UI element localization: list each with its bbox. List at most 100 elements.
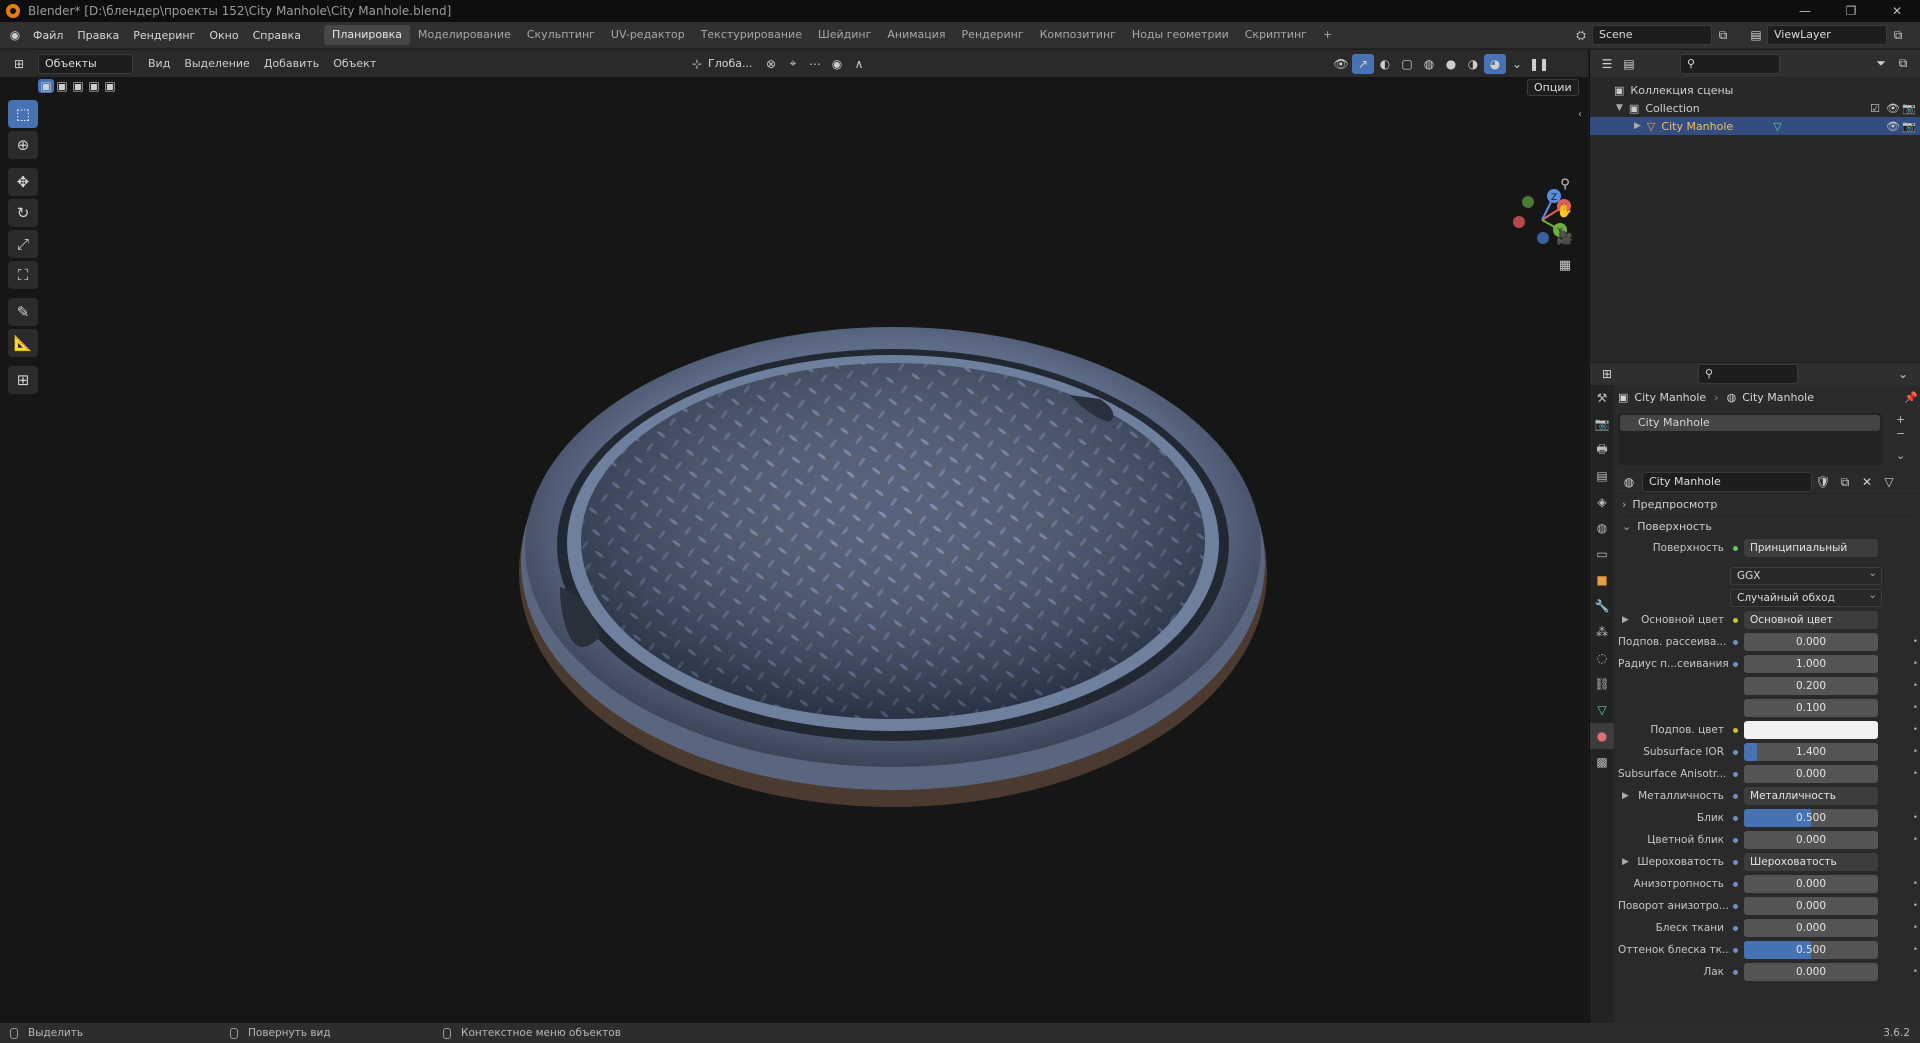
transform-tool-icon[interactable]: ⛶ [8,261,38,289]
editor-type-icon[interactable]: ⊞ [8,54,30,74]
close-icon[interactable]: ✕ [1874,0,1920,22]
mode-selector[interactable]: Объекты [38,53,133,74]
falloff-icon[interactable]: ∧ [848,54,870,74]
select-box-tool-icon[interactable]: ⬚ [8,100,38,128]
socket-icon[interactable] [1730,945,1740,955]
material-name-field[interactable]: City Manhole [1642,472,1812,492]
pivot-icon[interactable]: ⊗ [760,54,782,74]
3d-viewport[interactable]: ▣ ▣ ▣ ▣ ▣ Опции Z Y X ⚲ ✋ 🎥 ▦ ‹ [0,77,1588,1023]
workspace-tab-5[interactable]: Шейдинг [810,25,879,45]
move-tool-icon[interactable]: ✥ [8,168,38,196]
socket-icon[interactable] [1730,791,1740,801]
display-mode-icon[interactable]: ▤ [1618,54,1640,74]
minimize-icon[interactable]: — [1782,0,1828,22]
value-slider[interactable]: 0.000 [1744,963,1878,981]
linked-input-field[interactable]: Металличность [1744,787,1878,805]
material-tab-icon[interactable]: ● [1590,723,1614,749]
socket-icon[interactable] [1730,923,1740,933]
pan-hand-icon[interactable]: ✋ [1554,201,1576,223]
value-slider[interactable]: 0.500 [1744,809,1878,827]
linked-input-field[interactable]: Основной цвет [1744,611,1878,629]
modifier-tab-icon[interactable]: 🔧 [1590,593,1614,619]
subsurface-method-dropdown[interactable]: Случайный обход [1730,587,1882,607]
surface-shader-field[interactable]: Принципиальный BSDF [1744,539,1878,557]
rendered-shading-icon[interactable]: ◕ [1484,53,1506,74]
keyframe-icon[interactable]: • [1913,703,1918,713]
viewlayer-selector[interactable]: ▤ ViewLayer ⧉ [1745,25,1909,45]
properties-options-icon[interactable]: ⌄ [1892,364,1914,384]
value-slider[interactable]: 0.200 [1744,677,1878,695]
outliner-editor-icon[interactable]: ☰ [1596,54,1618,74]
socket-icon[interactable] [1730,769,1740,779]
keyframe-icon[interactable]: • [1913,967,1918,977]
outliner-collection[interactable]: ▼ ▣ Collection ☑ 👁 📷 [1590,99,1920,117]
expand-icon[interactable]: ▶ [1634,121,1641,131]
data-tab-icon[interactable]: ▽ [1590,697,1614,723]
measure-tool-icon[interactable]: 📐 [8,329,38,357]
expand-input-icon[interactable]: ▶ [1622,791,1629,801]
viewport-menu-1[interactable]: Выделение [177,57,257,70]
workspace-tab-11[interactable]: + [1315,25,1340,45]
exclude-checkbox-icon[interactable]: ☑ [1870,102,1880,115]
particles-tab-icon[interactable]: ⁂ [1590,619,1614,645]
output-tab-icon[interactable]: 🖶 [1590,437,1614,463]
browse-material-icon[interactable]: ◍ [1618,472,1640,492]
scene-tab-icon[interactable]: ◈ [1590,489,1614,515]
new-viewlayer-icon[interactable]: ⧉ [1887,25,1909,45]
filter-icon[interactable]: ⏷ [1870,54,1892,74]
menu-item-0[interactable]: Файл [26,29,70,42]
socket-icon[interactable] [1730,725,1740,735]
value-slider[interactable]: 0.000 [1744,633,1878,651]
value-slider[interactable]: 0.000 [1744,875,1878,893]
link-type-icon[interactable]: ▽ [1878,472,1900,492]
snap-target-icon[interactable]: ⋯ [804,54,826,74]
pin-icon[interactable]: 📌 [1904,391,1918,404]
socket-icon[interactable] [1730,681,1740,691]
collection-tab-icon[interactable]: ▭ [1590,541,1614,567]
render-tab-icon[interactable]: 📷 [1590,411,1614,437]
fake-user-icon[interactable]: 🛡 [1812,472,1834,492]
world-tab-icon[interactable]: ◍ [1590,515,1614,541]
workspace-tab-1[interactable]: Моделирование [410,25,519,45]
duplicate-material-icon[interactable]: ⧉ [1834,472,1856,492]
outliner-search-input[interactable]: ⚲ [1680,53,1780,74]
viewport-menu-0[interactable]: Вид [141,57,177,70]
workspace-tab-9[interactable]: Ноды геометрии [1124,25,1237,45]
keyframe-icon[interactable]: • [1913,725,1918,735]
new-scene-icon[interactable]: ⧉ [1712,25,1734,45]
tool-tab-icon[interactable]: ⚒ [1590,385,1614,411]
value-slider[interactable]: 1.400 [1744,743,1878,761]
distribution-dropdown[interactable]: GGX [1730,565,1882,585]
socket-icon[interactable] [1730,879,1740,889]
snap-icon[interactable]: ⌖ [782,54,804,74]
menu-item-1[interactable]: Правка [70,29,126,42]
gizmo-toggle-icon[interactable]: ↗ [1352,53,1374,74]
value-slider[interactable]: 0.000 [1744,919,1878,937]
panel-surface[interactable]: ⌄ Поверхность [1618,515,1918,537]
viewlayer-field[interactable]: ViewLayer [1767,25,1887,45]
color-swatch[interactable] [1744,721,1878,739]
value-slider[interactable]: 0.000 [1744,897,1878,915]
socket-icon[interactable] [1730,615,1740,625]
keyframe-icon[interactable]: • [1913,681,1918,691]
keyframe-icon[interactable]: • [1913,747,1918,757]
value-slider[interactable]: 0.500 [1744,941,1878,959]
object-camera-icon[interactable]: 📷 [1902,120,1916,133]
rotate-tool-icon[interactable]: ↻ [8,199,38,227]
menu-item-4[interactable]: Справка [246,29,308,42]
visibility-icon[interactable]: 👁 [1330,54,1352,74]
maximize-icon[interactable]: ❐ [1828,0,1874,22]
annotate-tool-icon[interactable]: ✎ [8,298,38,326]
hide-eye-icon[interactable]: 👁 [1886,102,1900,115]
solid-shading-icon[interactable]: ● [1440,54,1462,74]
viewport-menu-3[interactable]: Объект [326,57,383,70]
keyframe-icon[interactable]: • [1913,923,1918,933]
render-camera-icon[interactable]: 📷 [1902,102,1916,115]
socket-icon[interactable] [1730,637,1740,647]
proportional-edit-icon[interactable]: ◉ [826,54,848,74]
constraints-tab-icon[interactable]: ⛓ [1590,671,1614,697]
physics-tab-icon[interactable]: ◌ [1590,645,1614,671]
workspace-tab-0[interactable]: Планировка [324,25,411,45]
keyframe-icon[interactable]: • [1913,835,1918,845]
workspace-tab-3[interactable]: UV-редактор [603,25,693,45]
